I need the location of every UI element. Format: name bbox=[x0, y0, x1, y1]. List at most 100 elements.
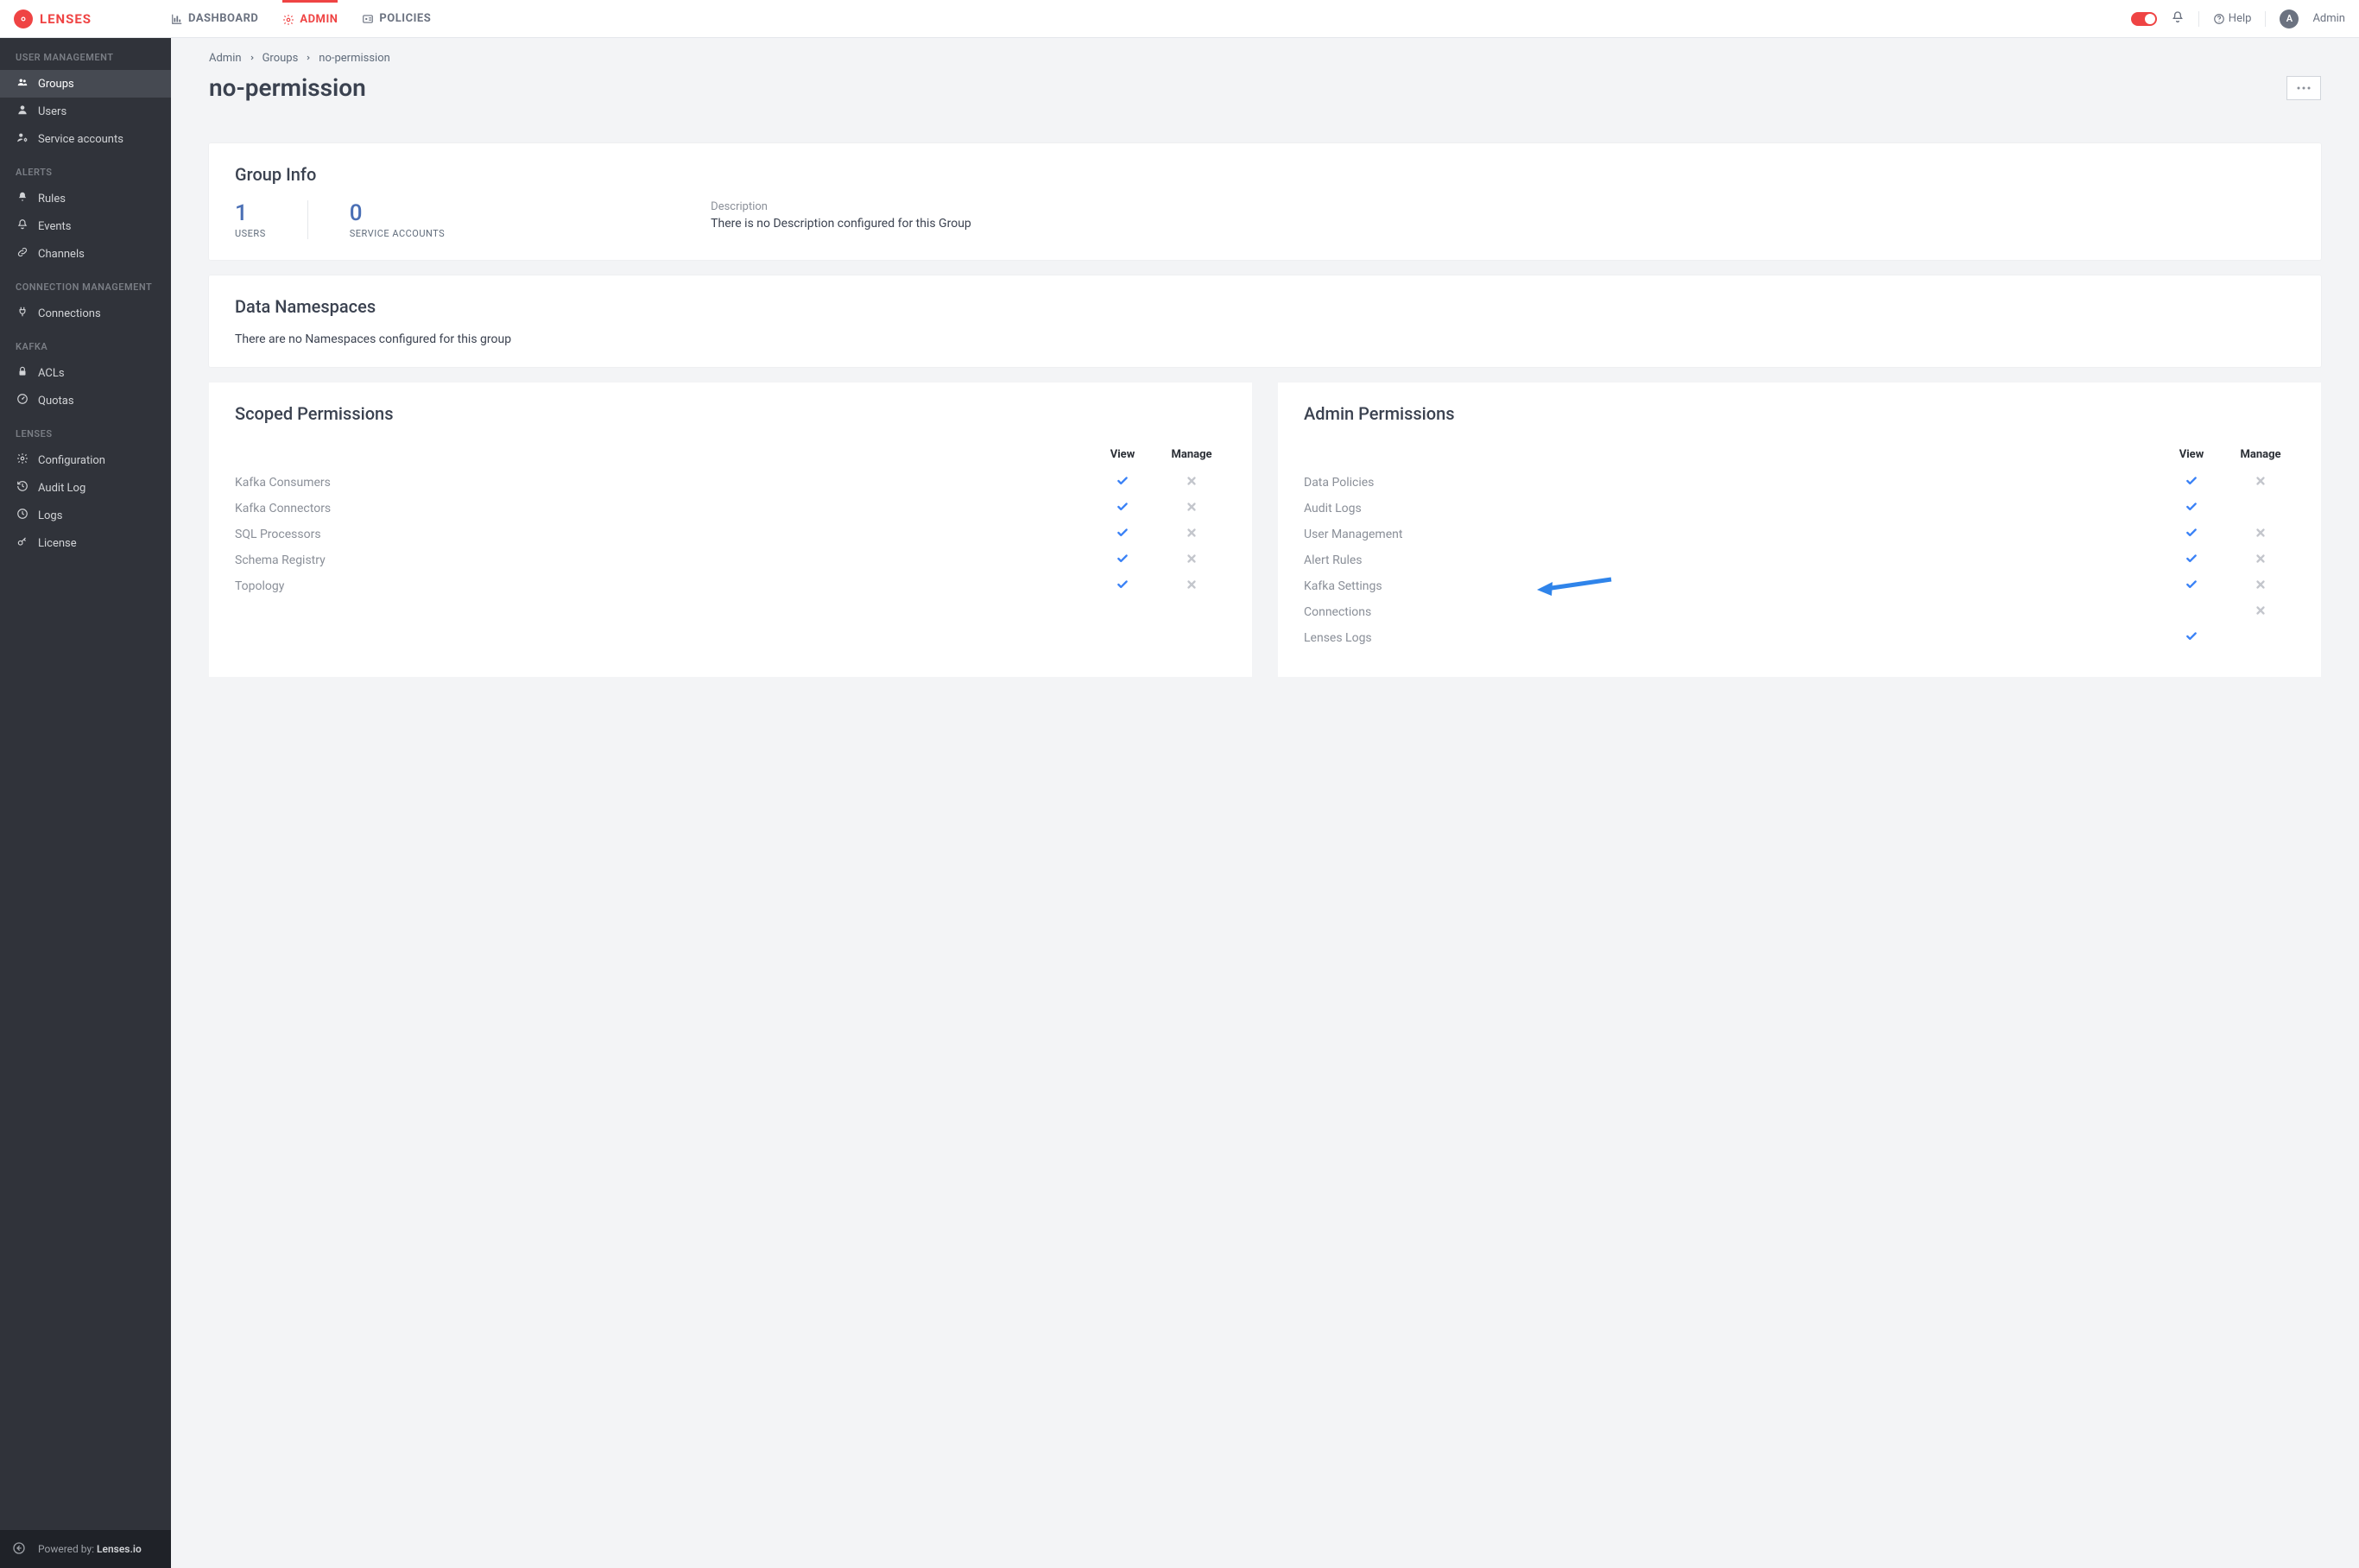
sidebar-item-events[interactable]: Events bbox=[0, 212, 171, 240]
sidebar-item-label: Events bbox=[38, 220, 71, 233]
breadcrumb-item[interactable]: Groups bbox=[262, 52, 299, 65]
divider bbox=[2198, 11, 2199, 27]
sidebar-item-label: Connections bbox=[38, 307, 101, 320]
description-text: There is no Description configured for t… bbox=[711, 217, 971, 231]
user-icon bbox=[16, 104, 29, 119]
users-count: 1 bbox=[235, 200, 266, 226]
sidebar-section-title: USER MANAGEMENT bbox=[0, 38, 171, 70]
sidebar-item-label: Groups bbox=[38, 78, 74, 91]
help-label: Help bbox=[2229, 12, 2252, 25]
theme-toggle[interactable] bbox=[2131, 12, 2157, 26]
sidebar-item-label: Configuration bbox=[38, 454, 105, 467]
namespaces-title: Data Namespaces bbox=[235, 296, 2295, 317]
check-icon bbox=[2185, 477, 2198, 490]
x-icon bbox=[1186, 580, 1198, 594]
x-icon bbox=[2255, 528, 2267, 542]
permission-name: Alert Rules bbox=[1304, 553, 2157, 567]
permission-manage bbox=[1157, 475, 1226, 490]
sa-label: SERVICE ACCOUNTS bbox=[350, 228, 445, 239]
brand-logo[interactable]: LENSES bbox=[14, 9, 171, 28]
permission-view bbox=[1088, 527, 1157, 542]
permission-view bbox=[2157, 501, 2226, 516]
sidebar-item-connections[interactable]: Connections bbox=[0, 300, 171, 327]
user-name[interactable]: Admin bbox=[2312, 12, 2345, 25]
breadcrumb-item[interactable]: Admin bbox=[209, 52, 242, 65]
sidebar-item-quotas[interactable]: Quotas bbox=[0, 387, 171, 414]
permission-manage bbox=[2226, 475, 2295, 490]
permission-name: SQL Processors bbox=[235, 528, 1088, 541]
sidebar-section-title: LENSES bbox=[0, 414, 171, 446]
permission-row: Schema Registry bbox=[235, 547, 1226, 573]
id-card-icon bbox=[362, 13, 374, 25]
x-icon bbox=[1186, 554, 1198, 568]
permission-view bbox=[1088, 501, 1157, 516]
breadcrumb-item: no-permission bbox=[319, 52, 390, 65]
permission-row: Connections bbox=[1304, 599, 2295, 625]
permission-view bbox=[1088, 579, 1157, 594]
topbar: LENSES DASHBOARD ADMIN POLICIES Help A Adm… bbox=[0, 0, 2359, 38]
sidebar-item-label: Channels bbox=[38, 248, 85, 261]
chart-bar-icon bbox=[171, 13, 183, 25]
sidebar-item-rules[interactable]: Rules bbox=[0, 185, 171, 212]
permission-name: Kafka Connectors bbox=[235, 502, 1088, 515]
permission-name: Kafka Consumers bbox=[235, 476, 1088, 490]
x-icon bbox=[1186, 503, 1198, 516]
divider bbox=[2265, 11, 2266, 27]
check-icon bbox=[1116, 528, 1129, 542]
permission-view bbox=[1088, 553, 1157, 568]
col-view: View bbox=[2157, 448, 2226, 461]
notifications-icon[interactable] bbox=[2171, 10, 2185, 28]
nav-dashboard[interactable]: DASHBOARD bbox=[171, 0, 258, 37]
permission-row: User Management bbox=[1304, 522, 2295, 547]
nav-admin[interactable]: ADMIN bbox=[282, 0, 338, 37]
permission-row: Kafka Connectors bbox=[235, 496, 1226, 522]
user-avatar[interactable]: A bbox=[2280, 9, 2299, 28]
sidebar-item-groups[interactable]: Groups bbox=[0, 70, 171, 98]
permission-manage bbox=[2226, 527, 2295, 542]
help-link[interactable]: Help bbox=[2213, 12, 2252, 25]
x-icon bbox=[2255, 606, 2267, 620]
bell-icon bbox=[16, 218, 29, 234]
nav-policies[interactable]: POLICIES bbox=[362, 0, 431, 37]
permission-view bbox=[1088, 475, 1157, 490]
users-label: USERS bbox=[235, 228, 266, 239]
scoped-title: Scoped Permissions bbox=[235, 403, 1226, 424]
users-icon bbox=[16, 76, 29, 92]
col-manage: Manage bbox=[1157, 448, 1226, 461]
check-icon bbox=[1116, 580, 1129, 594]
sidebar-section-title: CONNECTION MANAGEMENT bbox=[0, 268, 171, 300]
check-icon bbox=[1116, 477, 1129, 490]
permission-row: Data Policies bbox=[1304, 470, 2295, 496]
service-accounts-stat: 0 SERVICE ACCOUNTS bbox=[350, 200, 445, 239]
permission-name: Topology bbox=[235, 579, 1088, 593]
clock-icon bbox=[16, 508, 29, 523]
sidebar-item-label: Logs bbox=[38, 509, 62, 522]
permission-view bbox=[2157, 475, 2226, 490]
permission-view bbox=[2157, 630, 2226, 646]
page-title: no-permission bbox=[209, 73, 366, 102]
sidebar-item-logs[interactable]: Logs bbox=[0, 502, 171, 529]
sidebar-item-channels[interactable]: Channels bbox=[0, 240, 171, 268]
sidebar-item-audit-log[interactable]: Audit Log bbox=[0, 474, 171, 502]
lock-icon bbox=[16, 365, 29, 381]
permission-manage bbox=[2226, 604, 2295, 620]
sidebar-item-acls[interactable]: ACLs bbox=[0, 359, 171, 387]
permission-name: Lenses Logs bbox=[1304, 631, 2157, 645]
sidebar-item-label: Service accounts bbox=[38, 133, 123, 146]
sidebar-item-service-accounts[interactable]: Service accounts bbox=[0, 125, 171, 153]
sidebar-item-users[interactable]: Users bbox=[0, 98, 171, 125]
sidebar-item-label: Users bbox=[38, 105, 66, 118]
permission-row: SQL Processors bbox=[235, 522, 1226, 547]
sidebar-item-configuration[interactable]: Configuration bbox=[0, 446, 171, 474]
sidebar-item-label: Quotas bbox=[38, 395, 74, 408]
back-icon[interactable] bbox=[12, 1541, 26, 1558]
col-view: View bbox=[1088, 448, 1157, 461]
group-info-card: Group Info 1 USERS 0 SERVICE ACCOUNTS De… bbox=[209, 143, 2321, 260]
group-info-title: Group Info bbox=[235, 164, 2295, 185]
nav-label: DASHBOARD bbox=[188, 12, 258, 25]
sidebar-item-license[interactable]: License bbox=[0, 529, 171, 557]
namespaces-empty: There are no Namespaces configured for t… bbox=[235, 332, 2295, 346]
more-actions-button[interactable] bbox=[2286, 76, 2321, 100]
permission-row: Kafka Settings bbox=[1304, 573, 2295, 599]
admin-title: Admin Permissions bbox=[1304, 403, 2295, 424]
